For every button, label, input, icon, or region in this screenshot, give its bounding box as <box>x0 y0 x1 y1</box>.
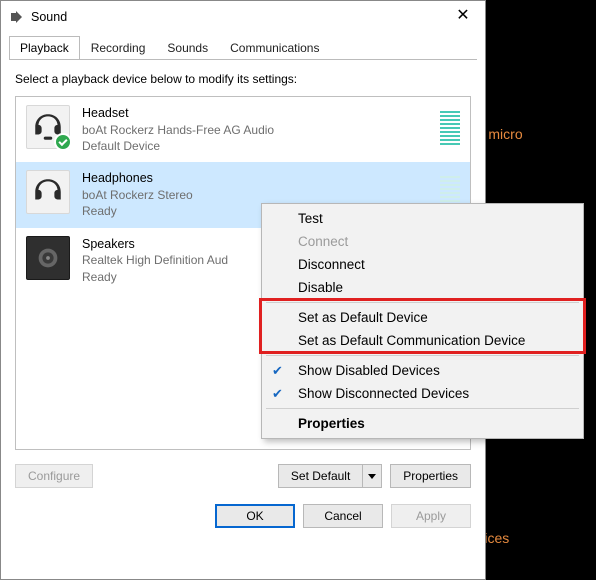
menu-separator <box>266 408 579 409</box>
device-context-menu: Test Connect Disconnect Disable Set as D… <box>261 203 584 439</box>
level-meter <box>440 107 460 145</box>
tab-playback[interactable]: Playback <box>9 36 80 59</box>
device-desc: boAt Rockerz Stereo <box>82 187 440 203</box>
menu-set-default-device[interactable]: Set as Default Device <box>264 306 581 329</box>
device-name: Headset <box>82 105 440 122</box>
dialog-title: Sound <box>31 10 441 24</box>
sound-icon <box>9 9 25 25</box>
device-name: Headphones <box>82 170 440 187</box>
menu-set-default-comm-device[interactable]: Set as Default Communication Device <box>264 329 581 352</box>
titlebar: Sound ✕ <box>1 1 485 33</box>
speaker-icon <box>26 236 70 280</box>
default-check-icon <box>54 133 72 151</box>
menu-disconnect[interactable]: Disconnect <box>264 253 581 276</box>
configure-button[interactable]: Configure <box>15 464 93 488</box>
menu-show-disconnected[interactable]: ✔Show Disconnected Devices <box>264 382 581 405</box>
menu-separator <box>266 302 579 303</box>
menu-connect: Connect <box>264 230 581 253</box>
tab-sounds[interactable]: Sounds <box>156 36 219 59</box>
headset-icon <box>26 105 70 149</box>
set-default-dropdown[interactable] <box>362 464 382 488</box>
menu-show-disabled[interactable]: ✔Show Disabled Devices <box>264 359 581 382</box>
menu-disable[interactable]: Disable <box>264 276 581 299</box>
device-desc: boAt Rockerz Hands-Free AG Audio <box>82 122 440 138</box>
set-default-button[interactable]: Set Default <box>278 464 362 488</box>
tab-recording[interactable]: Recording <box>80 36 157 59</box>
device-status: Default Device <box>82 138 440 154</box>
tab-communications[interactable]: Communications <box>219 36 330 59</box>
headphones-icon <box>26 170 70 214</box>
check-icon: ✔ <box>272 386 283 402</box>
check-icon: ✔ <box>272 363 283 379</box>
close-button[interactable]: ✕ <box>441 1 485 33</box>
set-default-split-button[interactable]: Set Default <box>278 464 382 488</box>
cancel-button[interactable]: Cancel <box>303 504 383 528</box>
instruction-text: Select a playback device below to modify… <box>15 72 471 86</box>
properties-button[interactable]: Properties <box>390 464 471 488</box>
tab-strip: Playback Recording Sounds Communications <box>1 33 485 59</box>
apply-button[interactable]: Apply <box>391 504 471 528</box>
menu-separator <box>266 355 579 356</box>
menu-properties[interactable]: Properties <box>264 412 581 435</box>
menu-test[interactable]: Test <box>264 207 581 230</box>
ok-button[interactable]: OK <box>215 504 295 528</box>
device-item-headset[interactable]: Headset boAt Rockerz Hands-Free AG Audio… <box>16 97 470 162</box>
